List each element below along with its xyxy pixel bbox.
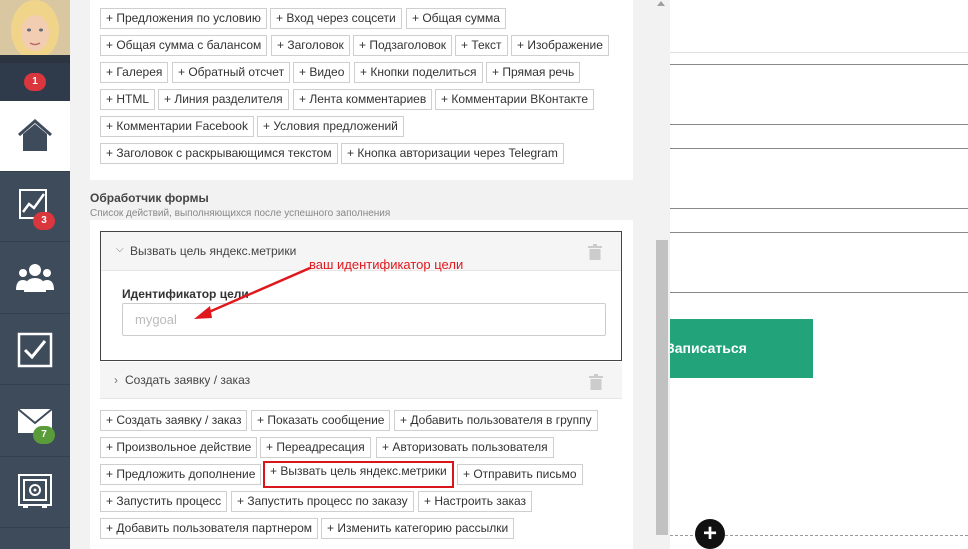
- trash-icon[interactable]: [589, 374, 603, 390]
- add-element-image[interactable]: + Изображение: [511, 35, 609, 56]
- checkbox-icon: [17, 332, 53, 368]
- signup-button-label: Записаться: [670, 340, 747, 356]
- sidebar-item-mail[interactable]: 7: [0, 385, 70, 457]
- form-handler-subtitle: Список действий, выполняющихся после усп…: [90, 208, 391, 219]
- chevron-right-icon: ›: [114, 373, 118, 387]
- notification-row: 1: [0, 63, 70, 101]
- sidebar-item-home[interactable]: [0, 101, 70, 172]
- add-element-html[interactable]: + HTML: [100, 89, 156, 110]
- sidebar-item-tasks[interactable]: [0, 314, 70, 385]
- add-action-custom[interactable]: + Произвольное действие: [100, 437, 258, 458]
- plus-circle-icon[interactable]: +: [695, 519, 725, 549]
- add-element-vk-comments[interactable]: + Комментарии ВКонтакте: [435, 89, 595, 110]
- scroll-up-arrow-icon[interactable]: [657, 1, 665, 6]
- home-icon: [18, 119, 52, 151]
- add-element-share-buttons[interactable]: + Кнопки поделиться: [354, 62, 483, 83]
- action-create-order-label: Создать заявку / заказ: [125, 373, 251, 387]
- mail-badge: 7: [33, 426, 55, 444]
- form-handler-title: Обработчик формы: [90, 191, 209, 205]
- sidebar-item-users[interactable]: [0, 242, 70, 314]
- preview-field-line: [670, 232, 968, 233]
- add-action-add-partner[interactable]: + Добавить пользователя партнером: [100, 518, 319, 539]
- add-element-gallery[interactable]: + Галерея: [100, 62, 169, 83]
- action-yandex-metrika: ⌵ Вызвать цель яндекс.метрики Идентифика…: [100, 231, 622, 361]
- add-element-conditional-offers[interactable]: + Предложения по условию: [100, 8, 267, 29]
- notification-badge[interactable]: 1: [24, 73, 46, 91]
- preview-field-line: [670, 64, 968, 65]
- add-element-video[interactable]: + Видео: [293, 62, 351, 83]
- add-element-total-with-balance[interactable]: + Общая сумма с балансом: [100, 35, 268, 56]
- add-action-send-email[interactable]: + Отправить письмо: [457, 464, 583, 485]
- avatar[interactable]: [0, 0, 70, 63]
- add-action-configure-order[interactable]: + Настроить заказ: [418, 491, 533, 512]
- add-element-text[interactable]: + Текст: [455, 35, 508, 56]
- add-element-telegram-auth[interactable]: + Кнопка авторизации через Telegram: [341, 143, 564, 164]
- action-create-order[interactable]: › Создать заявку / заказ: [100, 362, 622, 399]
- add-element-subheading[interactable]: + Подзаголовок: [353, 35, 453, 56]
- trash-icon[interactable]: [588, 244, 602, 260]
- preview-field-line: [670, 292, 968, 293]
- add-element-quote[interactable]: + Прямая речь: [486, 62, 581, 83]
- safe-icon: [18, 474, 52, 508]
- action-yandex-metrika-label: Вызвать цель яндекс.метрики: [130, 244, 297, 258]
- sidebar-item-stats[interactable]: 3: [0, 172, 70, 242]
- preview-field-line: [670, 124, 968, 125]
- add-action-redirect[interactable]: + Переадресация: [260, 437, 371, 458]
- preview-field-line: [670, 148, 968, 149]
- users-icon: [16, 264, 54, 292]
- add-action-offer-addon[interactable]: + Предложить дополнение: [100, 464, 262, 485]
- add-element-comments-feed[interactable]: + Лента комментариев: [293, 89, 433, 110]
- add-element-collapsible-heading[interactable]: + Заголовок с раскрывающимся текстом: [100, 143, 338, 164]
- signup-button[interactable]: Записаться: [670, 319, 813, 378]
- panel-scrollbar-thumb[interactable]: [656, 240, 668, 535]
- add-element-countdown[interactable]: + Обратный отсчет: [172, 62, 291, 83]
- add-action-yandex-metrika-goal[interactable]: + Вызвать цель яндекс.метрики: [263, 461, 454, 488]
- left-sidebar: 1 3 7: [0, 0, 70, 549]
- add-element-social-login[interactable]: + Вход через соцсети: [270, 8, 402, 29]
- add-element-offer-terms[interactable]: + Условия предложений: [257, 116, 404, 137]
- add-action-authorize-user[interactable]: + Авторизовать пользователя: [376, 437, 554, 458]
- add-element-total-sum[interactable]: + Общая сумма: [406, 8, 506, 29]
- preview-field-line: [670, 208, 968, 209]
- chevron-down-icon: ⌵: [116, 244, 124, 255]
- annotation-arrow: [194, 266, 311, 319]
- add-action-start-process-order[interactable]: + Запустить процесс по заказу: [231, 491, 414, 512]
- page-preview: [670, 0, 968, 549]
- preview-divider: [670, 52, 968, 53]
- add-action-show-message[interactable]: + Показать сообщение: [251, 410, 391, 431]
- sidebar-item-safe[interactable]: [0, 457, 70, 528]
- add-action-start-process[interactable]: + Запустить процесс: [100, 491, 228, 512]
- stats-badge: 3: [33, 212, 55, 230]
- add-element-facebook-comments[interactable]: + Комментарии Facebook: [100, 116, 254, 137]
- add-element-heading[interactable]: + Заголовок: [271, 35, 350, 56]
- add-action-create-order[interactable]: + Создать заявку / заказ: [100, 410, 248, 431]
- add-action-change-mailing-category[interactable]: + Изменить категорию рассылки: [321, 518, 515, 539]
- annotation-text: ваш идентификатор цели: [309, 257, 464, 272]
- add-action-add-to-group[interactable]: + Добавить пользователя в группу: [394, 410, 598, 431]
- add-element-divider[interactable]: + Линия разделителя: [158, 89, 289, 110]
